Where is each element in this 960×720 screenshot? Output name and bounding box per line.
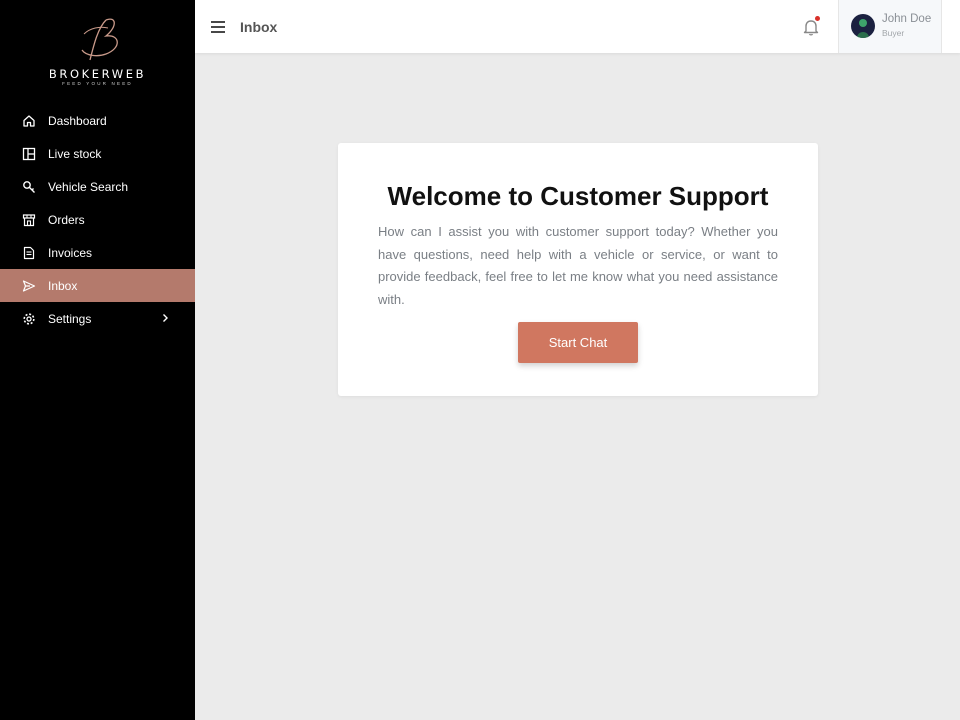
brand-name: BROKERWEB bbox=[48, 67, 147, 81]
chevron-right-icon bbox=[163, 314, 168, 322]
support-description: How can I assist you with customer suppo… bbox=[378, 224, 778, 308]
sidebar: BROKERWEB FEED YOUR NEED Dashboard Live … bbox=[0, 0, 195, 720]
invoice-icon bbox=[22, 246, 36, 260]
support-card: Welcome to Customer Support How can I as… bbox=[338, 143, 818, 396]
sidebar-item-label: Vehicle Search bbox=[48, 179, 129, 194]
brand-tagline: FEED YOUR NEED bbox=[62, 81, 133, 86]
top-bar: Inbox John Doe Buyer bbox=[195, 0, 960, 53]
sidebar-item-vehicle-search[interactable]: Vehicle Search bbox=[0, 170, 195, 203]
sidebar-item-label: Dashboard bbox=[48, 113, 107, 128]
key-icon bbox=[22, 180, 36, 194]
sidebar-item-label: Live stock bbox=[48, 146, 102, 161]
home-icon bbox=[22, 114, 36, 128]
sidebar-item-label: Settings bbox=[48, 311, 92, 326]
send-icon bbox=[22, 279, 36, 293]
sidebar-item-dashboard[interactable]: Dashboard bbox=[0, 104, 195, 137]
sidebar-item-label: Orders bbox=[48, 212, 85, 227]
user-menu[interactable]: John Doe Buyer bbox=[838, 0, 942, 53]
brand-logo[interactable]: BROKERWEB FEED YOUR NEED bbox=[0, 10, 195, 95]
user-name: John Doe bbox=[882, 13, 932, 25]
sidebar-item-invoices[interactable]: Invoices bbox=[0, 236, 195, 269]
user-role: Buyer bbox=[882, 28, 905, 38]
sidebar-nav: Dashboard Live stock Vehicle Search Orde… bbox=[0, 104, 195, 335]
page-title: Inbox bbox=[240, 19, 278, 35]
sidebar-item-settings[interactable]: Settings bbox=[0, 302, 195, 335]
sidebar-item-orders[interactable]: Orders bbox=[0, 203, 195, 236]
sidebar-item-label: Invoices bbox=[48, 245, 93, 260]
sidebar-item-label: Inbox bbox=[48, 278, 78, 293]
avatar bbox=[851, 14, 875, 38]
brand-monogram-icon bbox=[81, 18, 118, 61]
sidebar-item-live-stock[interactable]: Live stock bbox=[0, 137, 195, 170]
sidebar-item-inbox[interactable]: Inbox bbox=[0, 269, 195, 302]
gear-icon bbox=[22, 312, 36, 326]
store-icon bbox=[22, 213, 36, 227]
notification-badge bbox=[815, 16, 820, 21]
support-title: Welcome to Customer Support bbox=[387, 181, 769, 211]
hamburger-menu-icon[interactable] bbox=[209, 18, 227, 36]
start-chat-button[interactable]: Start Chat bbox=[518, 322, 638, 363]
layout-icon bbox=[22, 147, 36, 161]
